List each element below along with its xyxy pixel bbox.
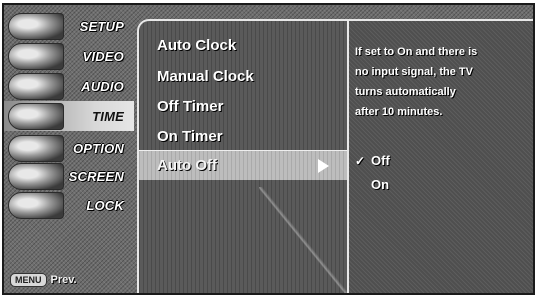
submenu-item-label: Off Timer bbox=[157, 97, 224, 115]
help-line: no input signal, the TV bbox=[355, 66, 473, 78]
decorative-diagonal bbox=[259, 187, 347, 293]
option-icon bbox=[8, 135, 64, 162]
sidebar-item-setup[interactable]: SETUP bbox=[4, 11, 134, 41]
checkmark-icon: ✓ bbox=[355, 153, 366, 168]
sidebar-item-label: TIME bbox=[92, 108, 124, 124]
option-off[interactable]: ✓ Off bbox=[355, 153, 390, 168]
submenu-item-auto-off[interactable]: Auto Off bbox=[139, 150, 347, 180]
prev-hint[interactable]: MENU Prev. bbox=[10, 273, 77, 287]
screen-icon bbox=[8, 163, 64, 190]
time-icon bbox=[8, 103, 64, 130]
help-line: after 10 minutes. bbox=[355, 106, 443, 118]
submenu-item-off-timer[interactable]: Off Timer bbox=[139, 91, 347, 121]
option-label: On bbox=[371, 177, 390, 192]
setup-icon bbox=[8, 13, 64, 40]
submenu-item-on-timer[interactable]: On Timer bbox=[139, 121, 347, 151]
sidebar-item-audio[interactable]: AUDIO bbox=[4, 71, 134, 101]
option-label: Off bbox=[371, 153, 390, 168]
submenu-item-auto-clock[interactable]: Auto Clock bbox=[139, 30, 347, 60]
arrow-right-icon bbox=[318, 159, 329, 173]
option-panel: If set to On and there is no input signa… bbox=[347, 19, 533, 293]
option-on[interactable]: On bbox=[355, 177, 389, 192]
tv-menu-screen: SETUP VIDEO AUDIO TIME OPTION SCREEN LOC… bbox=[2, 3, 535, 295]
help-line: If set to On and there is bbox=[355, 46, 478, 58]
sidebar-item-label: OPTION bbox=[72, 140, 124, 156]
prev-label: Prev. bbox=[50, 274, 77, 286]
submenu-item-manual-clock[interactable]: Manual Clock bbox=[139, 61, 347, 91]
sidebar-item-label: SCREEN bbox=[68, 168, 124, 184]
submenu-item-label: Auto Clock bbox=[157, 36, 237, 54]
sidebar-item-option[interactable]: OPTION bbox=[4, 133, 134, 163]
sidebar-item-lock[interactable]: LOCK bbox=[4, 190, 134, 220]
main-menu-sidebar: SETUP VIDEO AUDIO TIME OPTION SCREEN LOC… bbox=[4, 5, 134, 293]
audio-icon bbox=[8, 73, 64, 100]
sidebar-item-label: LOCK bbox=[86, 197, 124, 213]
menu-key-icon: MENU bbox=[10, 273, 47, 287]
submenu-item-label: Auto Off bbox=[157, 157, 217, 174]
sidebar-item-label: AUDIO bbox=[81, 78, 124, 94]
sidebar-item-time[interactable]: TIME bbox=[4, 101, 134, 131]
sidebar-item-label: VIDEO bbox=[82, 48, 124, 64]
sidebar-item-video[interactable]: VIDEO bbox=[4, 41, 134, 71]
sidebar-item-label: SETUP bbox=[79, 18, 124, 34]
help-text: If set to On and there is no input signa… bbox=[355, 42, 533, 122]
video-icon bbox=[8, 43, 64, 70]
submenu-item-label: On Timer bbox=[157, 127, 223, 145]
time-submenu: Auto Clock Manual Clock Off Timer On Tim… bbox=[137, 19, 347, 293]
help-line: turns automatically bbox=[355, 86, 456, 98]
submenu-item-label: Manual Clock bbox=[157, 67, 254, 85]
sidebar-item-screen[interactable]: SCREEN bbox=[4, 161, 134, 191]
lock-icon bbox=[8, 192, 64, 219]
